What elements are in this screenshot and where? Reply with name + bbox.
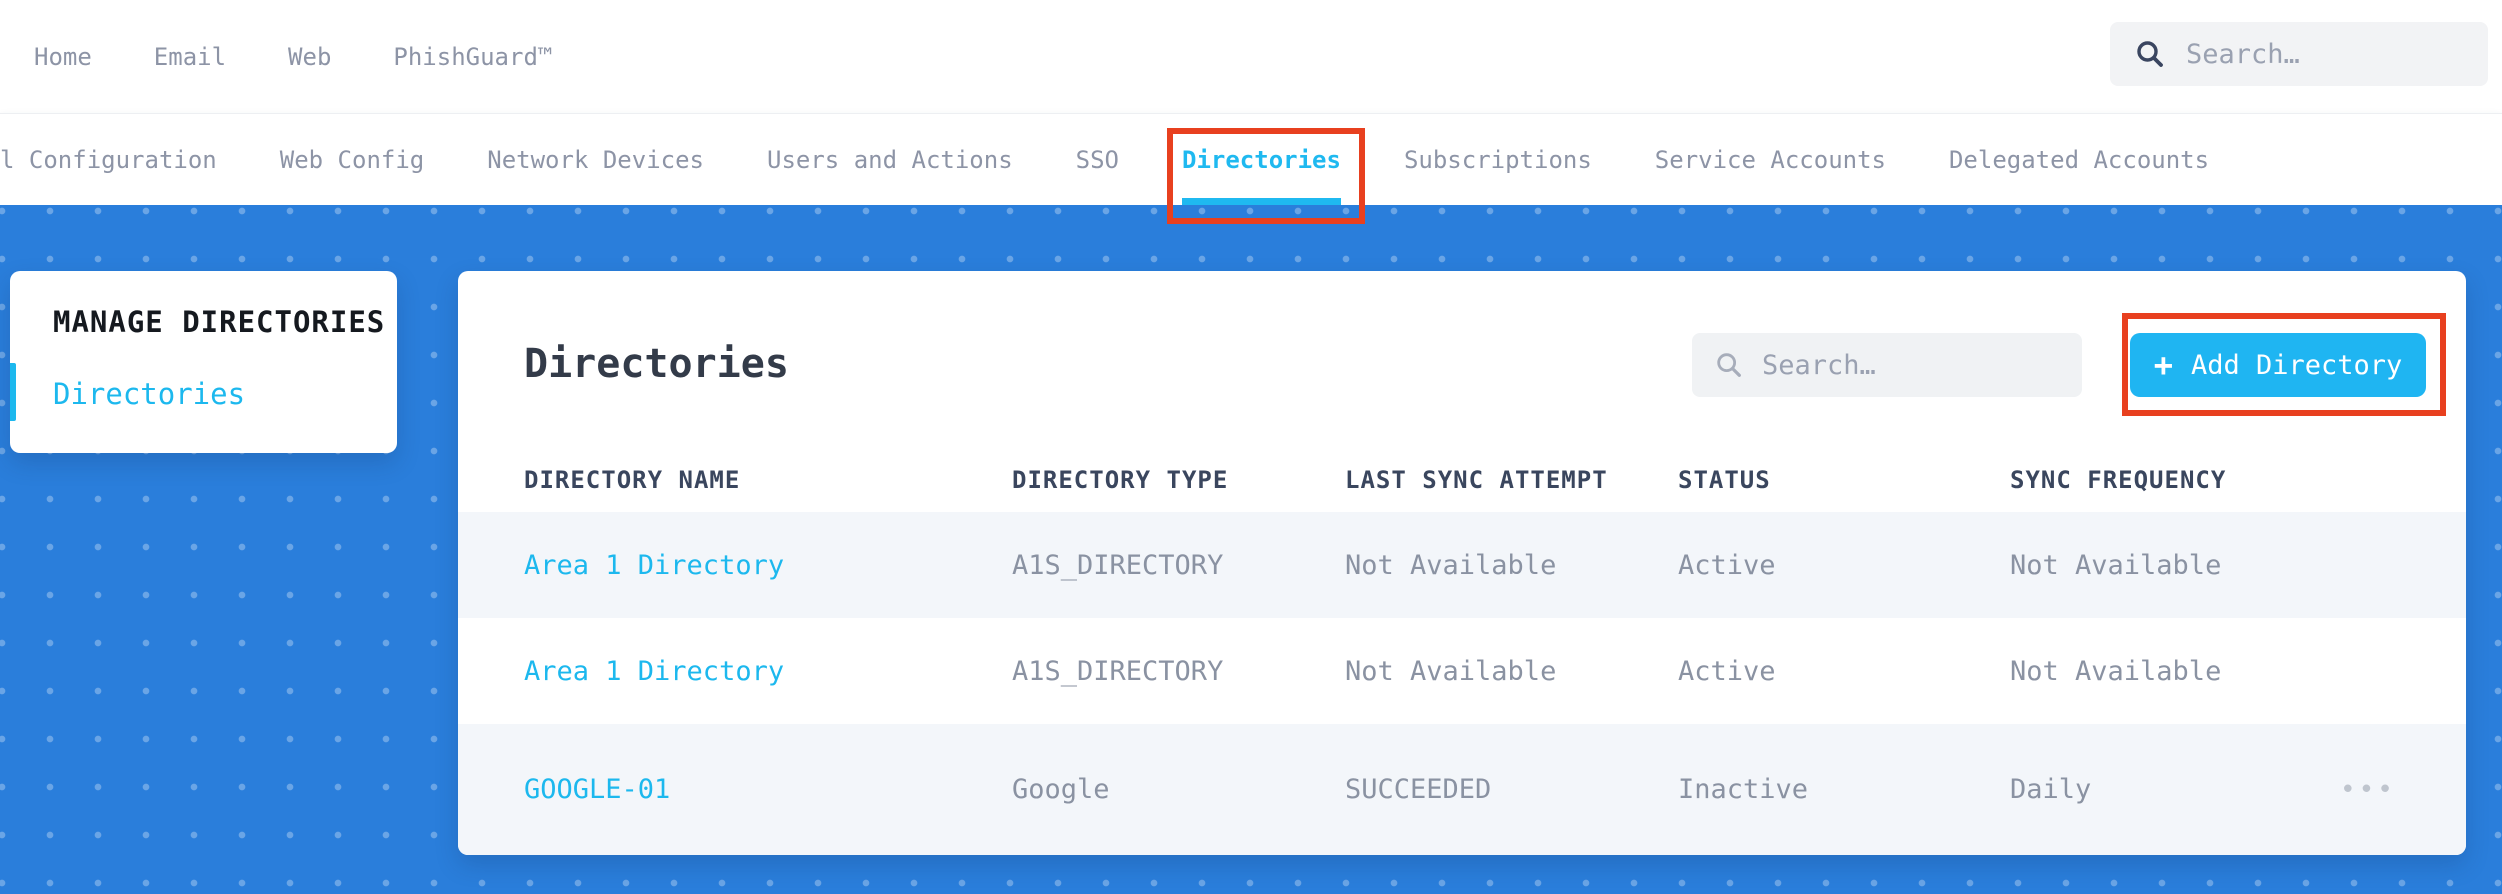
row-actions-ellipsis-icon[interactable]: ••• xyxy=(2340,775,2396,805)
sync-frequency-cell: Not Available xyxy=(2010,549,2222,581)
directory-name-link[interactable]: GOOGLE-01 xyxy=(524,774,670,805)
nav-item-web[interactable]: Web xyxy=(288,43,331,71)
global-search[interactable] xyxy=(2110,22,2488,86)
search-icon xyxy=(1714,350,1744,380)
directory-name-link[interactable]: Area 1 Directory xyxy=(524,550,784,581)
nav-item-phishguard[interactable]: PhishGuard™ xyxy=(393,43,552,71)
search-icon xyxy=(2134,38,2166,70)
directories-search[interactable] xyxy=(1692,333,2082,397)
nav-item-home[interactable]: Home xyxy=(34,43,92,71)
directory-type-cell: Google xyxy=(1012,774,1110,805)
column-last-sync-attempt: LAST SYNC ATTEMPT xyxy=(1345,466,1608,494)
directories-workspace: MANAGE DIRECTORIES Directories Directori… xyxy=(0,205,2502,894)
plus-icon: + xyxy=(2153,346,2173,384)
status-cell: Active xyxy=(1678,549,1776,581)
directory-type-cell: A1S_DIRECTORY xyxy=(1012,655,1224,687)
table-row: GOOGLE-01 Google SUCCEEDED Inactive Dail… xyxy=(458,724,2466,855)
table-header: DIRECTORY NAME DIRECTORY TYPE LAST SYNC … xyxy=(458,448,2466,512)
table-row: Area 1 Directory A1S_DIRECTORY Not Avail… xyxy=(458,618,2466,724)
global-search-input[interactable] xyxy=(2186,38,2464,70)
sidebar-item-directories[interactable]: Directories xyxy=(53,377,245,411)
last-sync-cell: Not Available xyxy=(1345,655,1557,687)
tab-directories[interactable]: Directories xyxy=(1182,114,1341,205)
sync-frequency-cell: Daily xyxy=(2010,774,2092,805)
directory-type-cell: A1S_DIRECTORY xyxy=(1012,549,1224,581)
tab-users-and-actions[interactable]: Users and Actions xyxy=(767,114,1013,205)
tab-sso[interactable]: SSO xyxy=(1076,114,1119,205)
directory-name-link[interactable]: Area 1 Directory xyxy=(524,656,784,687)
column-sync-frequency: SYNC FREQUENCY xyxy=(2010,466,2227,494)
page-title: Directories xyxy=(524,341,789,387)
status-cell: Inactive xyxy=(1678,774,1809,805)
column-status: STATUS xyxy=(1678,466,1771,494)
table-body: Area 1 Directory A1S_DIRECTORY Not Avail… xyxy=(458,512,2466,855)
add-directory-button[interactable]: + Add Directory xyxy=(2130,333,2426,397)
tab-network-devices[interactable]: Network Devices xyxy=(487,114,704,205)
top-bar: Home Email Web PhishGuard™ xyxy=(0,0,2502,113)
tab-service-accounts[interactable]: Service Accounts xyxy=(1655,114,1886,205)
tab-email-configuration[interactable]: l Configuration xyxy=(0,114,217,205)
last-sync-cell: SUCCEEDED xyxy=(1345,774,1492,805)
column-directory-type: DIRECTORY TYPE xyxy=(1012,466,1229,494)
column-directory-name: DIRECTORY NAME xyxy=(524,466,741,494)
manage-directories-card: MANAGE DIRECTORIES Directories xyxy=(10,271,397,453)
status-cell: Active xyxy=(1678,655,1776,687)
directories-search-input[interactable] xyxy=(1762,349,2060,381)
tab-subscriptions[interactable]: Subscriptions xyxy=(1404,114,1592,205)
settings-tab-bar: l Configuration Web Config Network Devic… xyxy=(0,113,2502,205)
tab-web-config[interactable]: Web Config xyxy=(280,114,425,205)
sidebar-title: MANAGE DIRECTORIES xyxy=(53,305,386,339)
directories-panel: Directories + Add Directory DIRECTORY NA… xyxy=(458,271,2466,855)
active-item-indicator xyxy=(10,363,16,421)
nav-item-email[interactable]: Email xyxy=(154,43,226,71)
tab-delegated-accounts[interactable]: Delegated Accounts xyxy=(1949,114,2209,205)
add-directory-label: Add Directory xyxy=(2190,349,2403,381)
table-row: Area 1 Directory A1S_DIRECTORY Not Avail… xyxy=(458,512,2466,618)
sync-frequency-cell: Not Available xyxy=(2010,655,2222,687)
last-sync-cell: Not Available xyxy=(1345,549,1557,581)
primary-nav: Home Email Web PhishGuard™ xyxy=(0,43,552,71)
